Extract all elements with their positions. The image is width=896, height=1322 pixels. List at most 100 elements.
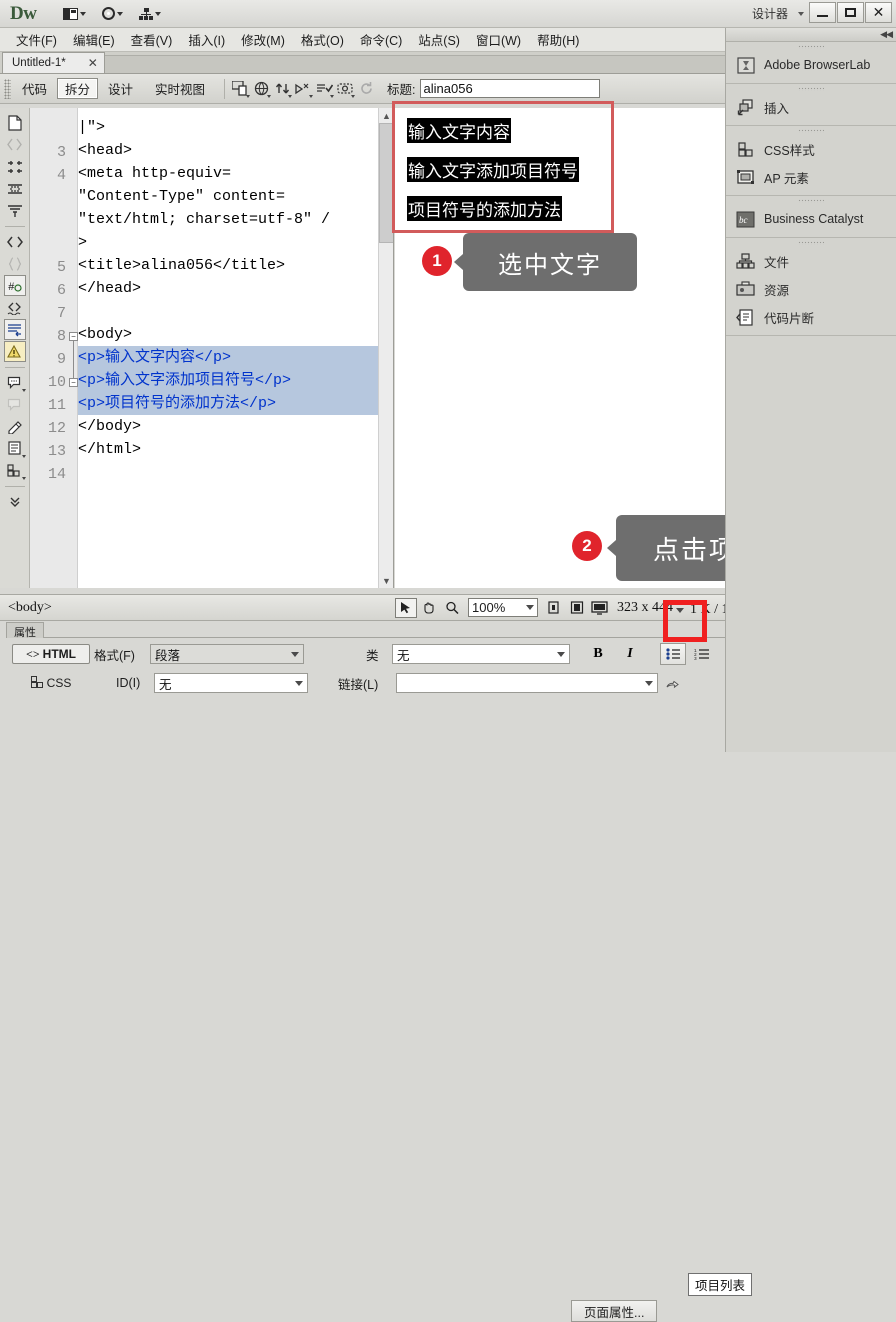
refresh-icon[interactable] (356, 79, 376, 99)
hand-tool-icon[interactable] (418, 598, 440, 618)
menu-item-insert[interactable]: 插入(I) (180, 28, 233, 51)
workspace-switcher-label[interactable]: 设计器 (752, 5, 788, 22)
chevron-down-icon[interactable] (676, 608, 684, 613)
extend-dreamweaver-button[interactable] (134, 3, 166, 25)
chevron-down-icon (288, 95, 292, 98)
panel-grabber[interactable] (726, 238, 896, 247)
menu-item-site[interactable]: 站点(S) (410, 28, 468, 51)
panel-item-ap-elements[interactable]: AP 元素 (726, 163, 896, 191)
view-button-code[interactable]: 代码 (14, 78, 55, 99)
select-tool-icon[interactable] (395, 598, 417, 618)
mode-button-html[interactable]: <> HTML (12, 644, 90, 664)
visual-aids-icon[interactable] (293, 79, 313, 99)
document-dimensions[interactable]: 323 x 444 (617, 600, 673, 616)
menu-item-format[interactable]: 格式(O) (293, 28, 352, 51)
line-numbers-icon[interactable]: # (4, 275, 26, 296)
minimize-button[interactable] (809, 2, 836, 23)
ordered-list-button[interactable]: 123 (690, 643, 714, 665)
code-fold-toggle[interactable]: − (69, 378, 78, 387)
expand-all-icon[interactable] (4, 178, 26, 199)
validate-markup-icon[interactable] (314, 79, 334, 99)
move-css-rules-icon[interactable] (4, 460, 26, 481)
code-vertical-scrollbar[interactable]: ▲ ▼ (378, 108, 393, 588)
class-select[interactable]: 无 (392, 644, 570, 664)
panel-item-snippets[interactable]: 代码片断 (726, 303, 896, 331)
unordered-list-button[interactable] (660, 643, 686, 665)
browse-for-file-icon[interactable] (660, 672, 684, 694)
window-size-medium-icon[interactable] (565, 598, 588, 618)
collapse-panels-icon[interactable]: ◀◀ (880, 29, 892, 40)
menu-item-modify[interactable]: 修改(M) (233, 28, 293, 51)
scrollbar-thumb[interactable] (379, 123, 394, 243)
menu-item-window[interactable]: 窗口(W) (468, 28, 529, 51)
document-tab-untitled-1[interactable]: Untitled-1* ✕ (2, 52, 105, 73)
code-fold-toggle[interactable]: − (69, 332, 78, 341)
apply-comment-icon[interactable] (4, 372, 26, 393)
code-view-pane[interactable]: 3 4 5 6 7 8 9 10 11 12 13 14 − − |"> <he… (30, 108, 394, 588)
panel-item-business-catalyst[interactable]: bc Business Catalyst (726, 205, 896, 233)
site-settings-button[interactable] (97, 3, 128, 25)
menu-item-view[interactable]: 查看(V) (123, 28, 181, 51)
close-button[interactable]: ✕ (865, 2, 892, 23)
mode-button-css[interactable]: CSS (12, 673, 90, 693)
link-input[interactable] (396, 673, 658, 693)
highlight-invalid-code-icon[interactable] (4, 297, 26, 318)
word-wrap-icon[interactable] (4, 319, 26, 340)
zoom-tool-icon[interactable] (441, 598, 463, 618)
menu-item-help[interactable]: 帮助(H) (529, 28, 587, 51)
id-select[interactable]: 无 (154, 673, 308, 693)
workspace-chevron-icon[interactable] (798, 12, 804, 16)
panel-item-adobe-browserlab[interactable]: Adobe BrowserLab (726, 51, 896, 79)
zoom-level-select[interactable]: 100% (468, 598, 538, 617)
code-text[interactable]: |"> <head> <meta http-equiv= "Content-Ty… (78, 108, 378, 588)
menu-item-edit[interactable]: 编辑(E) (65, 28, 123, 51)
format-select[interactable]: 段落 (150, 644, 304, 664)
view-button-live-view[interactable]: 实时视图 (143, 78, 217, 99)
view-button-split[interactable]: 拆分 (57, 78, 98, 99)
chevron-down-icon (22, 455, 26, 458)
preview-in-browser-icon[interactable] (251, 79, 271, 99)
expand-toolbar-icon[interactable] (4, 491, 26, 512)
file-management-icon[interactable] (272, 79, 292, 99)
collapse-outside-selection-icon[interactable] (4, 156, 26, 177)
scroll-down-arrow[interactable]: ▼ (379, 573, 394, 588)
menu-item-file[interactable]: 文件(F) (8, 28, 65, 51)
panel-item-insert[interactable]: 插入 (726, 93, 896, 121)
chevron-down-icon (291, 652, 299, 657)
check-browser-compat-icon[interactable] (335, 79, 355, 99)
panel-item-assets[interactable]: 资源 (726, 275, 896, 303)
select-parent-tag-icon[interactable] (4, 200, 26, 221)
line-number: 9 (30, 348, 66, 371)
scroll-up-arrow[interactable]: ▲ (379, 108, 394, 123)
design-paragraph[interactable]: 输入文字添加项目符号 (407, 157, 725, 182)
tab-properties[interactable]: 属性 (6, 622, 44, 638)
recent-snippets-icon[interactable] (4, 438, 26, 459)
page-title-input[interactable] (420, 79, 600, 98)
syntax-error-alerts-icon[interactable] (4, 341, 26, 362)
multiscreen-preview-icon[interactable] (230, 79, 250, 99)
bold-button[interactable]: B (586, 643, 610, 665)
close-icon[interactable]: ✕ (88, 56, 98, 70)
design-paragraph[interactable]: 项目符号的添加方法 (407, 196, 725, 221)
maximize-button[interactable] (837, 2, 864, 23)
wrap-tag-icon[interactable] (4, 416, 26, 437)
code-line: <head> (78, 139, 378, 162)
open-documents-icon[interactable] (4, 112, 26, 133)
window-size-small-icon[interactable] (542, 598, 565, 618)
panel-grabber[interactable] (726, 126, 896, 135)
panel-item-files[interactable]: 文件 (726, 247, 896, 275)
balance-braces-icon[interactable] (4, 231, 26, 252)
toolbar-grip[interactable] (4, 79, 11, 99)
panel-grabber[interactable] (726, 84, 896, 93)
design-paragraph[interactable]: 输入文字内容 (407, 118, 725, 143)
panel-grabber[interactable] (726, 196, 896, 205)
window-size-large-icon[interactable] (588, 598, 611, 618)
menu-item-commands[interactable]: 命令(C) (352, 28, 410, 51)
layout-switcher-button[interactable] (58, 3, 91, 25)
panel-grabber[interactable] (726, 42, 896, 51)
tag-selector[interactable]: <body> (0, 600, 52, 616)
view-button-design[interactable]: 设计 (100, 78, 141, 99)
panel-item-css-styles[interactable]: CSS样式 (726, 135, 896, 163)
italic-button[interactable]: I (618, 643, 642, 665)
page-properties-button[interactable]: 页面属性... (571, 1300, 657, 1322)
